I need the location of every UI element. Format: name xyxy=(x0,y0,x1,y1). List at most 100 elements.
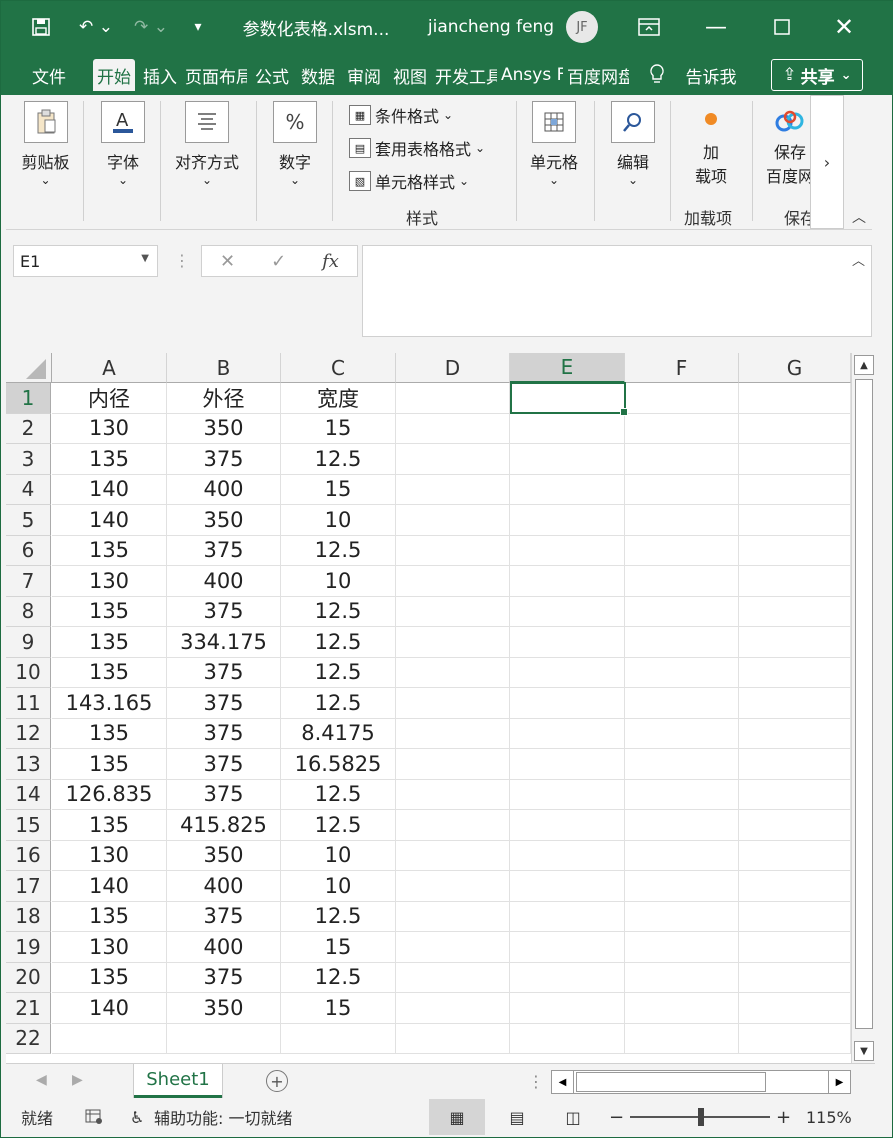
cell-f21[interactable] xyxy=(625,993,739,1024)
zoom-in-button[interactable]: + xyxy=(776,1099,791,1135)
select-all-button[interactable] xyxy=(6,353,52,383)
row-header-4[interactable]: 4 xyxy=(6,474,51,505)
cell-f7[interactable] xyxy=(625,566,739,597)
cell-f15[interactable] xyxy=(625,810,739,841)
cell-f8[interactable] xyxy=(625,596,739,627)
cell-b4[interactable]: 400 xyxy=(167,474,281,505)
scroll-right-icon[interactable]: ▶ xyxy=(828,1071,850,1093)
cell-d15[interactable] xyxy=(396,810,510,841)
tab-formulas[interactable]: 公式 xyxy=(251,59,293,91)
add-sheet-icon[interactable]: + xyxy=(266,1070,288,1092)
row-header-17[interactable]: 17 xyxy=(6,871,51,902)
redo-icon[interactable]: ↷ ⌄ xyxy=(126,9,176,45)
cell-c9[interactable]: 12.5 xyxy=(281,627,396,658)
cell-a3[interactable]: 135 xyxy=(52,444,167,475)
row-header-15[interactable]: 15 xyxy=(6,810,51,841)
cell-a18[interactable]: 135 xyxy=(52,901,167,932)
cell-a10[interactable]: 135 xyxy=(52,657,167,688)
cell-c21[interactable]: 15 xyxy=(281,993,396,1024)
cell-b1[interactable]: 外径 xyxy=(167,383,281,414)
cell-f17[interactable] xyxy=(625,871,739,902)
cell-d1[interactable] xyxy=(396,383,510,414)
editing-button[interactable]: 编辑 ⌄ xyxy=(608,101,658,187)
row-header-18[interactable]: 18 xyxy=(6,901,51,932)
format-as-table-button[interactable]: ▤ 套用表格格式 ⌄ xyxy=(349,136,485,160)
row-header-20[interactable]: 20 xyxy=(6,962,51,993)
cell-g15[interactable] xyxy=(739,810,851,841)
cell-f11[interactable] xyxy=(625,688,739,719)
cell-c17[interactable]: 10 xyxy=(281,871,396,902)
cell-f22[interactable] xyxy=(625,1023,739,1054)
cell-a2[interactable]: 130 xyxy=(52,413,167,444)
cell-b10[interactable]: 375 xyxy=(167,657,281,688)
cell-a22[interactable] xyxy=(52,1023,167,1054)
cell-e21[interactable] xyxy=(510,993,625,1024)
cell-b19[interactable]: 400 xyxy=(167,932,281,963)
cell-a4[interactable]: 140 xyxy=(52,474,167,505)
cell-g3[interactable] xyxy=(739,444,851,475)
vertical-scrollbar[interactable]: ▲ ▼ xyxy=(851,353,875,1063)
collapse-formula-bar-icon[interactable]: ︿ xyxy=(852,250,865,269)
cell-b12[interactable]: 375 xyxy=(167,718,281,749)
cell-a12[interactable]: 135 xyxy=(52,718,167,749)
cell-c16[interactable]: 10 xyxy=(281,840,396,871)
row-header-3[interactable]: 3 xyxy=(6,444,51,475)
cell-d21[interactable] xyxy=(396,993,510,1024)
column-header-d[interactable]: D xyxy=(396,353,510,383)
row-header-21[interactable]: 21 xyxy=(6,993,51,1024)
cell-d13[interactable] xyxy=(396,749,510,780)
cell-b2[interactable]: 350 xyxy=(167,413,281,444)
cell-styles-button[interactable]: ▧ 单元格样式 ⌄ xyxy=(349,169,469,193)
formula-input[interactable]: ︿ xyxy=(362,245,872,337)
scroll-down-icon[interactable]: ▼ xyxy=(854,1041,874,1061)
cell-g16[interactable] xyxy=(739,840,851,871)
cancel-icon[interactable]: ✕ xyxy=(220,251,235,272)
cell-g8[interactable] xyxy=(739,596,851,627)
zoom-slider-thumb[interactable] xyxy=(698,1108,704,1126)
share-button[interactable]: ⇪ 共享 ⌄ xyxy=(771,59,863,91)
cell-b11[interactable]: 375 xyxy=(167,688,281,719)
prev-sheet-icon[interactable]: ◀ xyxy=(36,1072,47,1088)
scroll-up-icon[interactable]: ▲ xyxy=(854,355,874,375)
cells-button[interactable]: 单元格 ⌄ xyxy=(526,101,582,187)
cell-g21[interactable] xyxy=(739,993,851,1024)
cell-g1[interactable] xyxy=(739,383,851,414)
page-layout-view-icon[interactable]: ▤ xyxy=(502,1099,532,1135)
cell-e8[interactable] xyxy=(510,596,625,627)
cell-g11[interactable] xyxy=(739,688,851,719)
cell-e18[interactable] xyxy=(510,901,625,932)
cell-g10[interactable] xyxy=(739,657,851,688)
cell-d16[interactable] xyxy=(396,840,510,871)
tab-data[interactable]: 数据 xyxy=(297,59,339,91)
cell-a20[interactable]: 135 xyxy=(52,962,167,993)
cell-d5[interactable] xyxy=(396,505,510,536)
cell-g17[interactable] xyxy=(739,871,851,902)
cell-e20[interactable] xyxy=(510,962,625,993)
insert-function-icon[interactable]: fx xyxy=(322,251,339,272)
cell-f3[interactable] xyxy=(625,444,739,475)
cell-f6[interactable] xyxy=(625,535,739,566)
row-header-14[interactable]: 14 xyxy=(6,779,51,810)
row-header-9[interactable]: 9 xyxy=(6,627,51,658)
cell-d4[interactable] xyxy=(396,474,510,505)
row-header-5[interactable]: 5 xyxy=(6,505,51,536)
row-header-16[interactable]: 16 xyxy=(6,840,51,871)
row-header-11[interactable]: 11 xyxy=(6,688,51,719)
collapse-ribbon-icon[interactable]: ︿ xyxy=(852,207,866,227)
zoom-level[interactable]: 115% xyxy=(806,1099,852,1135)
cell-c7[interactable]: 10 xyxy=(281,566,396,597)
tab-ansys[interactable]: Ansys Form xyxy=(501,59,563,91)
font-button[interactable]: A 字体 ⌄ xyxy=(98,101,148,187)
cell-a1[interactable]: 内径 xyxy=(52,383,167,414)
cell-f9[interactable] xyxy=(625,627,739,658)
tell-me-search[interactable]: 告诉我 xyxy=(681,59,741,91)
cell-f16[interactable] xyxy=(625,840,739,871)
tab-baidu[interactable]: 百度网盘 xyxy=(567,59,629,91)
tab-developer[interactable]: 开发工具 xyxy=(435,59,497,91)
row-header-1[interactable]: 1 xyxy=(6,383,51,414)
cell-c18[interactable]: 12.5 xyxy=(281,901,396,932)
save-to-baidu-button[interactable]: 保存 百度网 xyxy=(766,109,814,187)
cell-f10[interactable] xyxy=(625,657,739,688)
cell-b20[interactable]: 375 xyxy=(167,962,281,993)
horizontal-scrollbar[interactable]: ◀ ▶ xyxy=(551,1070,851,1094)
